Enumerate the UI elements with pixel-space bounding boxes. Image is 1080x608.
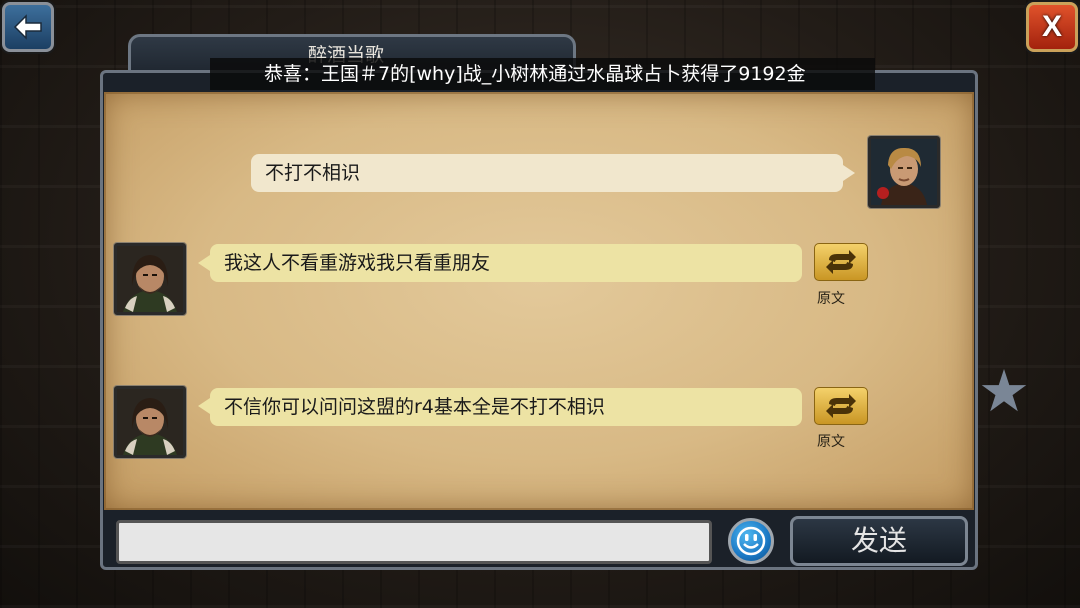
bubble-tail [843, 165, 855, 181]
message-bubble-other: 我这人不看重游戏我只看重朋友 [210, 244, 802, 282]
back-arrow-icon [13, 14, 42, 40]
send-button[interactable]: 发送 [790, 516, 968, 566]
original-text-label[interactable]: 原文 [817, 288, 845, 308]
message-text: 我这人不看重游戏我只看重朋友 [224, 252, 491, 274]
back-button[interactable] [2, 2, 54, 52]
system-announcement: 恭喜：王国＃7的[why]战_小树林通过水晶球占卜获得了9192金 [210, 58, 875, 90]
avatar-other[interactable] [114, 386, 186, 458]
message-text: 不信你可以问问这盟的r4基本全是不打不相识 [224, 396, 605, 418]
smiley-icon [736, 526, 766, 556]
message-bubble-other: 不信你可以问问这盟的r4基本全是不打不相识 [210, 388, 802, 426]
bubble-tail [198, 398, 210, 414]
star-icon[interactable]: ★ [978, 362, 1030, 420]
close-x-icon: X [1041, 10, 1062, 43]
bubble-tail [198, 255, 210, 271]
avatar-portrait-self [871, 139, 937, 205]
translate-swap-icon [826, 394, 856, 418]
avatar-portrait-other [117, 389, 183, 455]
close-button[interactable]: X [1026, 2, 1078, 52]
original-text-label[interactable]: 原文 [817, 431, 845, 451]
message-text: 不打不相识 [265, 162, 361, 184]
translate-swap-icon [826, 250, 856, 274]
avatar-portrait-other [117, 246, 183, 312]
emoji-button[interactable] [728, 518, 774, 564]
translate-button[interactable] [814, 243, 868, 281]
avatar-other[interactable] [114, 243, 186, 315]
message-bubble-self: 不打不相识 [251, 154, 843, 192]
avatar-self[interactable] [868, 136, 940, 208]
translate-button[interactable] [814, 387, 868, 425]
chat-input[interactable] [116, 520, 712, 564]
